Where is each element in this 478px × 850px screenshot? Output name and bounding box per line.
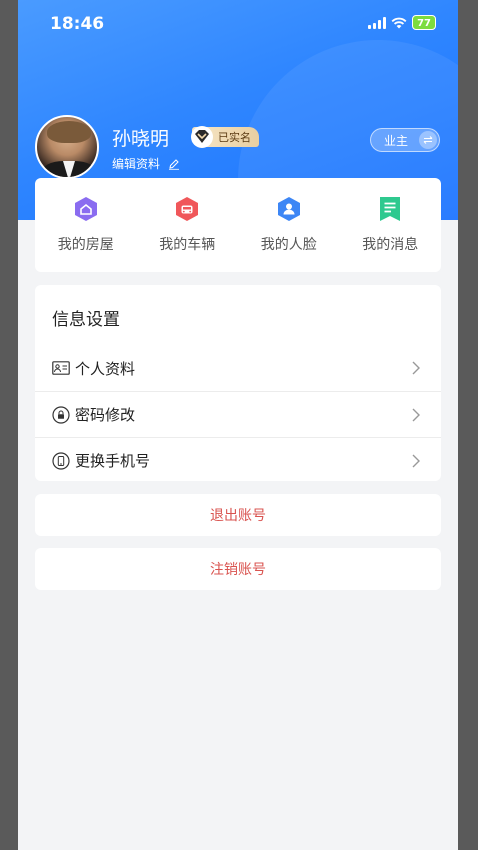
- pencil-icon: [169, 158, 180, 170]
- settings-item-label: 更换手机号: [75, 452, 151, 470]
- face-icon: [276, 196, 302, 222]
- chevron-right-icon: [412, 361, 420, 375]
- id-card-icon: [52, 359, 70, 377]
- diamond-icon: [191, 126, 213, 148]
- settings-item-password[interactable]: 密码修改: [35, 391, 441, 437]
- edit-profile-link[interactable]: 编辑资料: [112, 155, 180, 172]
- verified-badge: 已实名: [191, 126, 259, 148]
- car-icon: [174, 196, 200, 222]
- quick-action-car[interactable]: 我的车辆: [137, 178, 239, 272]
- wifi-icon: [391, 17, 407, 28]
- status-time: 18:46: [50, 14, 105, 34]
- settings-card: 信息设置 个人资料 密码修改 更换手机号: [35, 285, 441, 481]
- quick-action-label: 我的房屋: [57, 237, 114, 253]
- role-switch-button[interactable]: 业主: [370, 128, 440, 152]
- quick-action-label: 我的车辆: [159, 237, 216, 253]
- verified-badge-label: 已实名: [218, 131, 251, 144]
- chevron-right-icon: [412, 408, 420, 422]
- house-icon: [73, 196, 99, 222]
- quick-action-label: 我的消息: [362, 237, 419, 253]
- settings-item-profile[interactable]: 个人资料: [35, 345, 441, 391]
- edit-profile-label: 编辑资料: [112, 157, 161, 171]
- signal-icon: [368, 16, 387, 29]
- logout-button[interactable]: 退出账号: [35, 494, 441, 536]
- phone-icon: [52, 451, 70, 470]
- battery-indicator: 77: [412, 15, 436, 30]
- status-icons: 77: [368, 15, 436, 30]
- avatar[interactable]: [35, 115, 99, 179]
- settings-item-label: 密码修改: [75, 406, 136, 424]
- quick-action-house[interactable]: 我的房屋: [35, 178, 137, 272]
- quick-action-label: 我的人脸: [260, 237, 317, 253]
- role-label: 业主: [384, 133, 409, 148]
- settings-item-label: 个人资料: [75, 359, 136, 378]
- switch-icon: [419, 131, 437, 149]
- lock-icon: [52, 405, 70, 424]
- delete-account-button[interactable]: 注销账号: [35, 548, 441, 590]
- quick-action-message[interactable]: 我的消息: [340, 178, 442, 272]
- settings-item-phone[interactable]: 更换手机号: [35, 437, 441, 483]
- user-name: 孙晓明: [112, 128, 170, 150]
- settings-title: 信息设置: [52, 310, 120, 330]
- message-icon: [377, 196, 403, 222]
- chevron-right-icon: [412, 454, 420, 468]
- app-screen: 18:46 77 孙晓明 已实名 编辑资料 业主 我的房屋 我的车辆 我的人脸 …: [18, 0, 458, 850]
- quick-action-face[interactable]: 我的人脸: [238, 178, 340, 272]
- quick-actions-card: 我的房屋 我的车辆 我的人脸 我的消息: [35, 178, 441, 272]
